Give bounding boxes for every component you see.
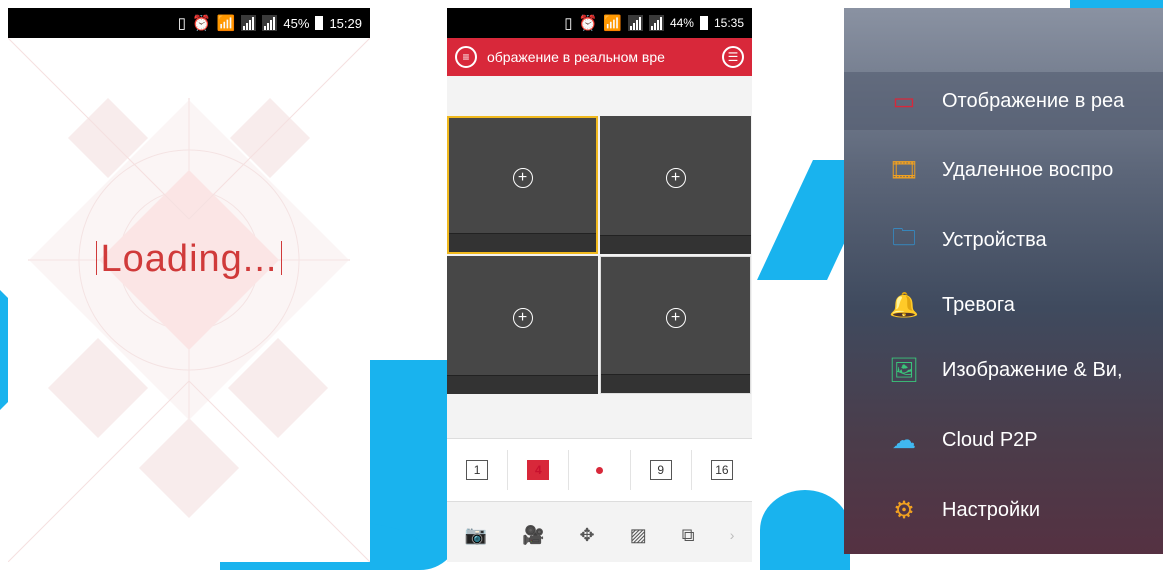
loading-background-pattern (8, 38, 370, 562)
battery-percent: 45% (283, 15, 310, 31)
layout-4-label: 4 (527, 460, 550, 480)
record-indicator[interactable] (569, 450, 631, 490)
menu-item-cloud-p2p[interactable]: ☁ Cloud P2P (844, 411, 1163, 469)
menu-item-alarm[interactable]: 🔔 Тревога (844, 276, 1163, 334)
menu-icon[interactable]: ≡ (455, 46, 477, 68)
layout-1-label: 1 (466, 460, 489, 480)
layout-option-9[interactable]: 9 (631, 450, 692, 490)
status-bar: ▯ ⏰ 📶 45% 15:29 (8, 8, 370, 38)
loading-label: Loading... (8, 238, 370, 281)
close-window-icon[interactable]: ⧉ (682, 525, 695, 546)
wifi-icon: 📶 (603, 15, 622, 32)
gear-icon: ⚙ (893, 496, 915, 524)
add-camera-icon[interactable]: + (512, 168, 533, 189)
side-menu-screen: ▭ Отображение в реа 🎞 Удаленное воспро 🗀… (844, 8, 1163, 554)
alarm-icon: ⏰ (192, 15, 211, 32)
layout-16-label: 16 (710, 460, 733, 480)
status-time: 15:35 (713, 16, 744, 30)
battery-icon (699, 16, 708, 30)
menu-item-label: Изображение & Ви, (942, 358, 1123, 381)
signal-icon (262, 15, 278, 31)
vibrate-icon: ▯ (177, 15, 187, 32)
video-record-icon[interactable]: 🎥 (522, 525, 544, 546)
vibrate-icon: ▯ (564, 15, 573, 32)
live-view-icon: ▭ (892, 87, 916, 115)
camera-grid: + + + + (447, 116, 752, 394)
image-quality-icon[interactable]: ▨ (630, 525, 647, 546)
device-list-icon[interactable]: ☰ (722, 46, 744, 68)
camera-icon[interactable]: 📷 (465, 525, 487, 546)
menu-item-label: Cloud P2P (942, 428, 1038, 451)
chevron-right-icon[interactable]: › (730, 527, 735, 543)
battery-percent: 44% (669, 16, 694, 30)
status-bar: ▯ ⏰ 📶 44% 15:35 (447, 8, 752, 38)
playback-icon: 🎞 (888, 156, 920, 184)
menu-item-live-view[interactable]: ▭ Отображение в реа (844, 72, 1163, 130)
menu-item-label: Устройства (942, 228, 1047, 251)
ptz-icon[interactable]: ✥ (580, 525, 595, 546)
loading-area: Loading... (8, 38, 370, 562)
loading-screen: ▯ ⏰ 📶 45% 15:29 Loading... (8, 8, 370, 562)
add-camera-icon[interactable]: + (665, 308, 686, 329)
bottom-toolbar: 📷 🎥 ✥ ▨ ⧉ › (447, 508, 752, 562)
camera-window[interactable]: + (600, 256, 751, 394)
add-camera-icon[interactable]: + (512, 308, 533, 329)
layout-option-1[interactable]: 1 (447, 450, 509, 490)
menu-item-label: Тревога (942, 293, 1015, 316)
live-view-screen: ▯ ⏰ 📶 44% 15:35 ≡ ображение в реальном в… (447, 8, 752, 562)
camera-window[interactable]: + (447, 256, 598, 394)
image-icon: 🖼 (888, 356, 920, 384)
app-bar: ≡ ображение в реальном вре ☰ (447, 38, 752, 76)
alarm-icon: ⏰ (578, 15, 598, 32)
status-time: 15:29 (329, 15, 362, 31)
bell-icon: 🔔 (889, 291, 919, 319)
menu-item-settings[interactable]: ⚙ Настройки (844, 481, 1163, 539)
menu-item-label: Отображение в реа (942, 89, 1125, 112)
page-title: ображение в реальном вре (487, 49, 665, 65)
cloud-icon: ☁ (892, 426, 916, 454)
menu-item-label: Удаленное воспро (942, 158, 1114, 181)
layout-option-16[interactable]: 16 (692, 450, 752, 490)
bg-accent (760, 490, 850, 570)
devices-icon: 🗀 (892, 223, 916, 251)
battery-icon (315, 16, 324, 30)
record-dot-icon (596, 466, 603, 474)
signal-icon (627, 15, 643, 31)
signal-icon (648, 15, 664, 31)
camera-window[interactable]: + (447, 116, 598, 254)
add-camera-icon[interactable]: + (665, 168, 686, 189)
menu-item-devices[interactable]: 🗀 Устройства (844, 211, 1163, 269)
camera-window[interactable]: + (600, 116, 751, 254)
layout-9-label: 9 (649, 460, 672, 480)
menu-item-playback[interactable]: 🎞 Удаленное воспро (844, 141, 1163, 199)
menu-item-pictures-video[interactable]: 🖼 Изображение & Ви, (844, 341, 1163, 399)
layout-selector: 1 4 9 16 (447, 438, 752, 502)
menu-item-label: Настройки (942, 498, 1041, 521)
wifi-icon: 📶 (216, 15, 236, 32)
signal-icon (241, 15, 257, 31)
layout-option-4[interactable]: 4 (508, 450, 570, 490)
